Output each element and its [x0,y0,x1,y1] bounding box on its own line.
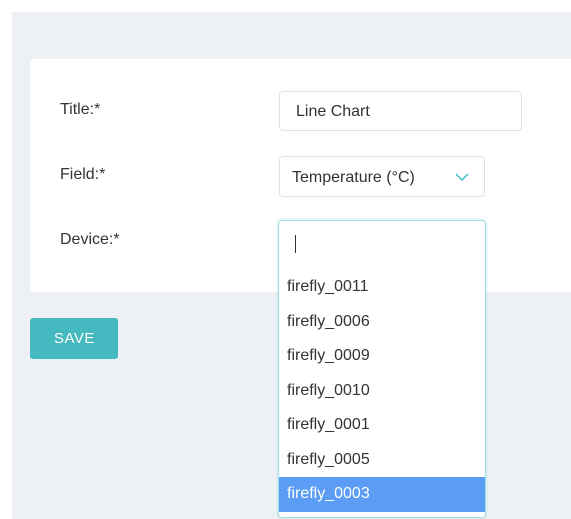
device-option[interactable]: firefly_0010 [279,374,485,409]
device-option[interactable]: firefly_0009 [279,339,485,374]
save-button[interactable]: SAVE [30,318,118,359]
field-select-value: Temperature (°C) [292,169,415,186]
title-label: Title:* [60,101,101,118]
device-dropdown-list: firefly_0011 firefly_0006 firefly_0009 fire… [279,270,485,512]
title-input-value: Line Chart [296,103,370,120]
field-select[interactable]: Temperature (°C) [279,156,485,197]
device-option[interactable]: firefly_0003 [279,477,485,512]
device-label: Device:* [60,231,120,248]
device-option[interactable]: firefly_0001 [279,408,485,443]
device-option[interactable]: firefly_0006 [279,305,485,340]
device-combobox[interactable]: firefly_0011 firefly_0006 firefly_0009 fire… [278,220,486,518]
field-label: Field:* [60,166,106,183]
title-input[interactable]: Line Chart [279,91,522,131]
chevron-down-icon [455,173,469,182]
device-option[interactable]: firefly_0011 [279,270,485,305]
device-option[interactable]: firefly_0005 [279,443,485,478]
text-caret [295,235,296,253]
